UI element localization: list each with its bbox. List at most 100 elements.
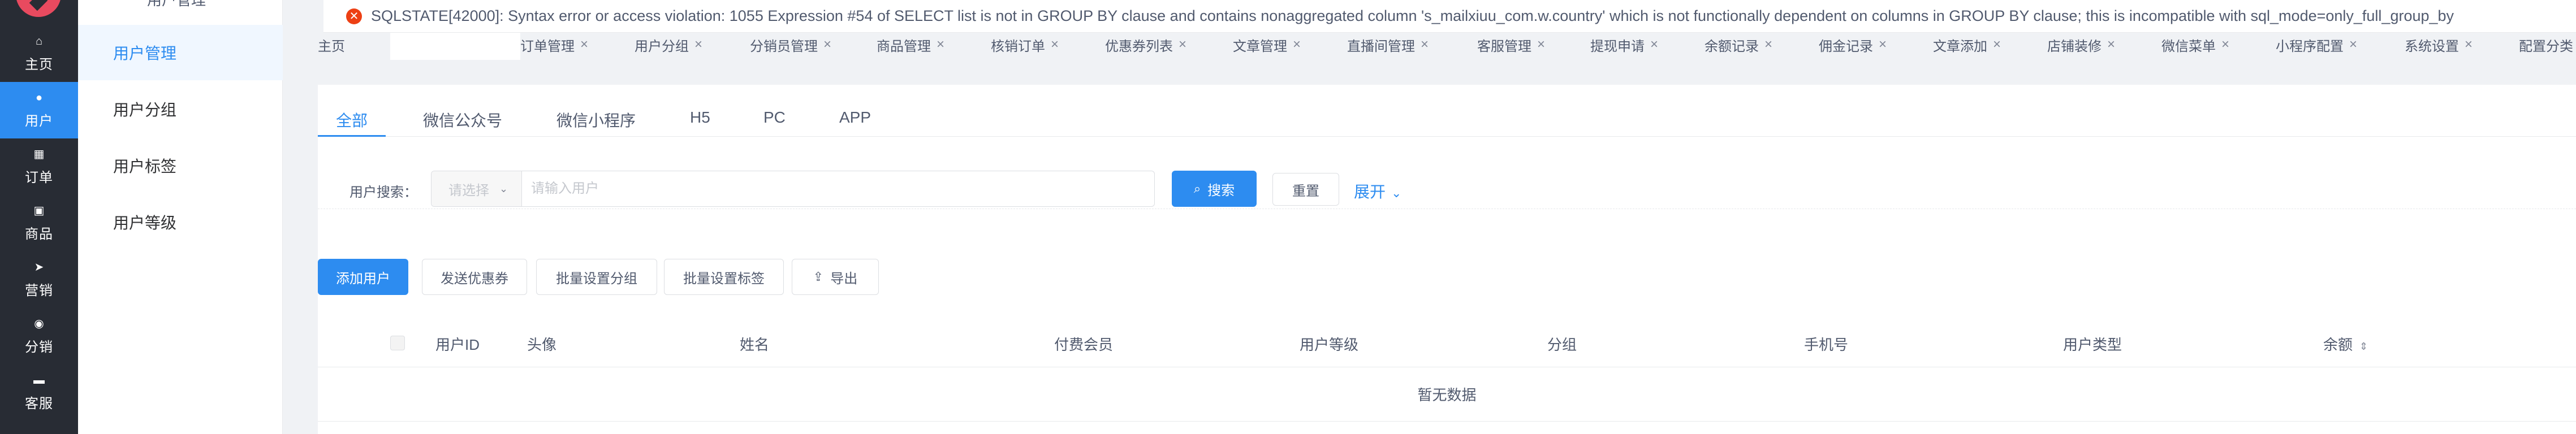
sub-item-user-level[interactable]: 用户等级 [78,194,283,250]
nav-label: 客服 [25,396,53,411]
sub-item-user-manage[interactable]: 用户管理 [78,25,283,80]
sub-menu: 用户管理 用户管理 用户分组 用户标签 用户等级 [78,0,283,434]
close-icon[interactable]: × [2465,37,2473,53]
error-icon: ✕ [346,8,362,24]
close-icon[interactable]: × [1421,37,1429,53]
column-header: 用户ID [435,336,480,353]
close-icon[interactable]: × [1650,37,1658,53]
page-tab-label: 订单管理 [520,38,575,54]
tab-all[interactable]: 全部 [336,108,368,131]
tab-wechat-miniprogram[interactable]: 微信小程序 [556,108,636,131]
page-tab-label: 分销员管理 [750,38,818,54]
send-coupon-button[interactable]: 发送优惠券 [422,259,527,295]
column-header: 分组 [1547,336,1577,353]
error-message: SQLSTATE[42000]: Syntax error or access … [371,7,2454,24]
close-icon[interactable]: × [937,37,944,53]
page-tab-label: 优惠券列表 [1105,38,1173,54]
page-tab-label: 主页 [318,38,345,54]
sub-item-user-tag[interactable]: 用户标签 [78,138,283,193]
nav-item-product[interactable]: ▣ 商品 [0,195,78,251]
close-icon[interactable]: × [1993,37,2001,53]
page-tab[interactable]: 主页 [318,32,345,58]
page-tab-current[interactable] [390,31,520,60]
error-notification: ✕ SQLSTATE[42000]: Syntax error or acces… [323,0,2576,33]
expand-link[interactable]: 展开 ⌄ [1354,180,1401,202]
nav-item-user[interactable]: ● 用户 [0,82,78,138]
search-input[interactable] [522,171,1154,206]
close-icon[interactable]: × [1764,37,1772,53]
nav-item-distribution[interactable]: ◉ 分销 [0,308,78,364]
close-icon[interactable]: × [2349,37,2357,53]
add-user-button[interactable]: 添加用户 [318,259,408,295]
page-tab[interactable]: 客服管理 × [1477,32,1545,58]
page-tab[interactable]: 佣金记录 × [1819,32,1887,58]
close-icon[interactable]: × [1537,37,1545,53]
cart-icon: ▦ [33,147,45,160]
close-icon[interactable]: × [1293,37,1301,53]
search-type-select[interactable]: 请选择 ⌄ [432,171,522,206]
close-icon[interactable]: × [2221,37,2229,53]
search-form: 用户搜索： 请选择 ⌄ ⌕ 搜索 重置 展开 ⌄ [318,170,2576,209]
page-tab[interactable]: 文章管理 × [1233,32,1301,58]
page-tab[interactable]: 微信菜单 × [2161,32,2229,58]
column-header: 用户等级 [1300,336,1359,353]
select-all-checkbox[interactable] [390,336,405,350]
page-tab[interactable]: 系统设置 × [2405,32,2473,58]
user-type-tabs: 全部 微信公众号 微信小程序 H5 PC APP [318,85,2576,137]
icon-sidebar: ⌂ 主页 ● 用户 ▦ 订单 ▣ 商品 ➤ 营销 ◉ 分销 ▬ 客服 [0,0,78,434]
page-tab[interactable]: 优惠券列表 × [1105,32,1186,58]
page-tab[interactable]: 配置分类 [2519,32,2573,58]
page-tab[interactable]: 用户分组 × [635,32,702,58]
chat-icon: ▬ [33,374,45,387]
sort-icon[interactable]: ⇕ [2359,341,2368,352]
page-tab[interactable]: 订单管理 × [520,32,588,58]
column-header: 用户类型 [2063,336,2122,353]
nav-item-marketing[interactable]: ➤ 营销 [0,251,78,308]
close-icon[interactable]: × [1179,37,1186,53]
export-button[interactable]: ⇪ 导出 [792,259,879,295]
sub-item-user-group[interactable]: 用户分组 [78,81,283,137]
select-placeholder: 请选择 [448,183,489,198]
chevron-down-icon: ⌄ [1391,186,1402,200]
search-button[interactable]: ⌕ 搜索 [1172,171,1257,207]
page-tab[interactable]: 余额记录 × [1705,32,1772,58]
column-header: 姓名 [740,336,770,353]
search-icon: ⌕ [1193,181,1201,196]
content-card: 全部 微信公众号 微信小程序 H5 PC APP 用户搜索： 请选择 ⌄ 请输入… [318,85,2576,434]
send-icon: ➤ [34,261,44,274]
page-tab[interactable]: 分销员管理 × [750,32,831,58]
close-icon[interactable]: × [694,37,702,53]
nav-item-service[interactable]: ▬ 客服 [0,364,78,421]
close-icon[interactable]: × [1879,37,1887,53]
add-user-label: 添加用户 [336,271,390,287]
tab-h5[interactable]: H5 [690,108,710,127]
page-tab[interactable]: 小程序配置 × [2276,32,2357,58]
tab-wechat-official[interactable]: 微信公众号 [423,108,502,131]
column-header: 头像 [527,336,557,353]
close-icon[interactable]: × [823,37,831,53]
nav-item-home[interactable]: ⌂ 主页 [0,25,78,82]
search-button-label: 搜索 [1207,183,1235,198]
column-header: 手机号 [1804,336,1849,353]
batch-tag-button[interactable]: 批量设置标签 [664,259,784,295]
nav-item-order[interactable]: ▦ 订单 [0,138,78,195]
page-tab[interactable]: 文章添加 × [1933,32,2001,58]
page-tab[interactable]: 店铺装修 × [2047,32,2115,58]
close-icon[interactable]: × [580,37,588,53]
page-tab-label: 文章管理 [1233,38,1287,54]
close-icon[interactable]: × [2107,37,2115,53]
group-icon: ◉ [34,317,44,330]
active-tab-indicator [318,135,386,137]
page-tab[interactable]: 商品管理 × [877,32,944,58]
page-tab-label: 客服管理 [1477,38,1531,54]
batch-group-button[interactable]: 批量设置分组 [536,259,657,295]
reset-button[interactable]: 重置 [1272,173,1339,206]
tab-pc[interactable]: PC [763,108,786,127]
page-tab[interactable]: 提现申请 × [1590,32,1658,58]
tab-app[interactable]: APP [839,108,871,127]
page-tab[interactable]: 核销订单 × [991,32,1059,58]
nav-label: 订单 [25,170,53,185]
page-tab[interactable]: 直播间管理 × [1347,32,1429,58]
close-icon[interactable]: × [1051,37,1059,53]
column-header-balance[interactable]: 余额 ⇕ [2323,333,2368,354]
